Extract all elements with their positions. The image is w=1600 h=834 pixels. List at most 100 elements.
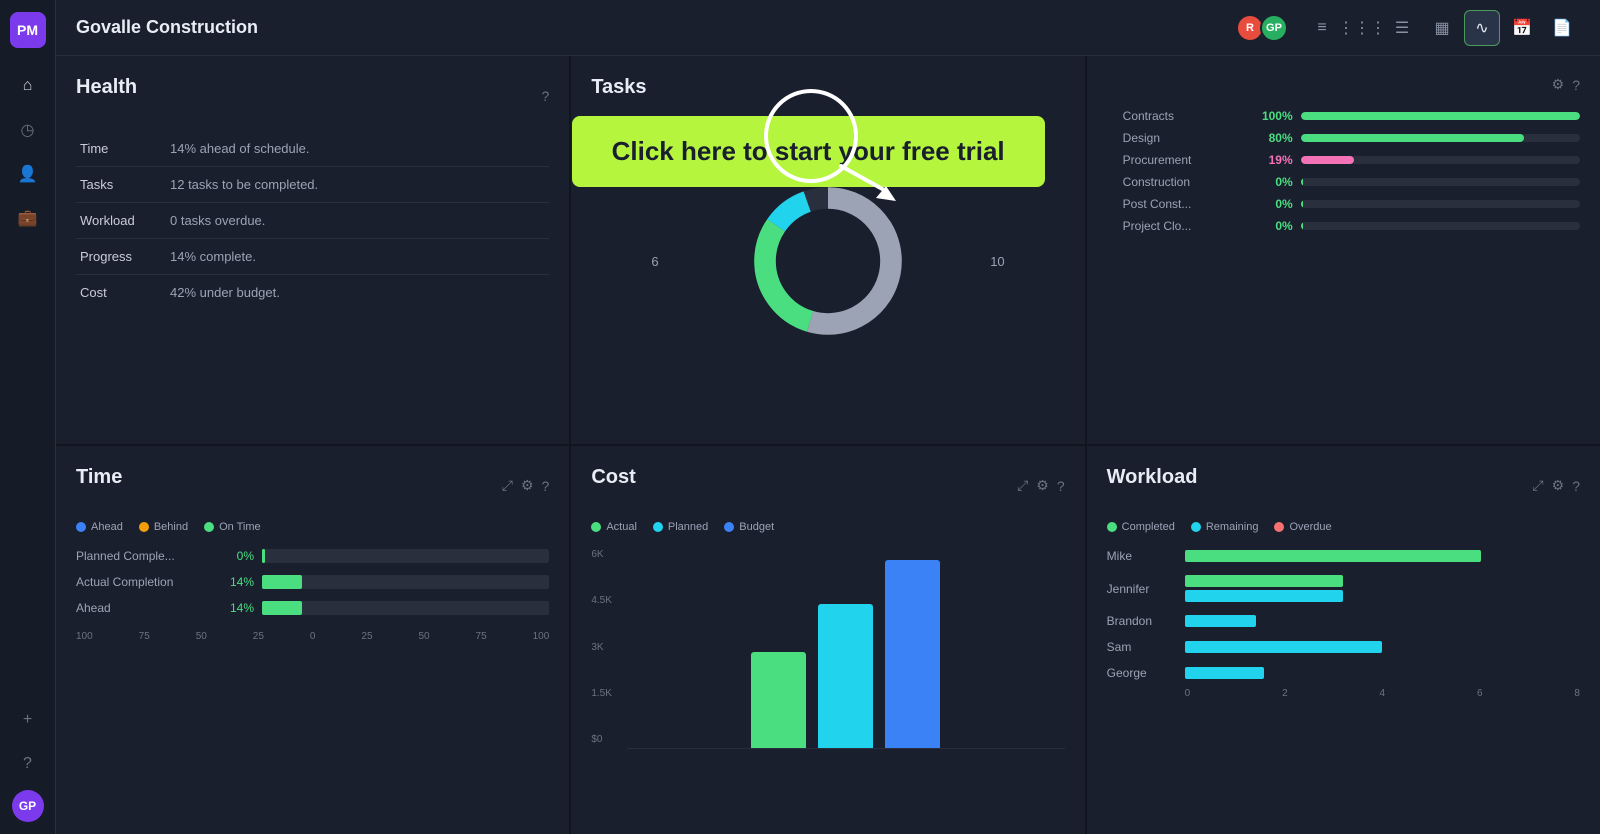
dashboard: Health ? Time 14% ahead of schedule. Tas… xyxy=(56,56,1600,834)
donut-label-right: 10 xyxy=(990,254,1004,269)
legend-actual: Actual xyxy=(591,521,637,533)
legend-on-time: On Time xyxy=(204,521,261,533)
cost-settings-icon[interactable]: ⚙ xyxy=(1036,477,1049,494)
donut-svg xyxy=(738,171,918,351)
cost-panel: Cost ⤢ ⚙ ? Actual Planned Budg xyxy=(571,446,1084,834)
time-panel-header: Time ⤢ ⚙ ? xyxy=(76,466,549,505)
workload-help-icon[interactable]: ? xyxy=(1572,478,1580,494)
tasks-bars-icons: ⚙ ? xyxy=(1552,76,1580,93)
time-row-actual: Actual Completion 14% xyxy=(76,575,549,589)
workload-chart-rows: Mike Jennifer Brandon xyxy=(1107,549,1580,680)
cost-bars xyxy=(627,549,1064,749)
sam-remaining-bar xyxy=(1185,641,1383,653)
page-title: Govalle Construction xyxy=(76,17,1224,38)
list-view-btn[interactable]: ≡ xyxy=(1304,10,1340,46)
view-toolbar: ≡ ⋮⋮⋮ ☰ ▦ ∿ 📅 📄 xyxy=(1304,10,1580,46)
workload-panel-icons: ⤢ ⚙ ? xyxy=(1532,477,1580,494)
board-view-btn[interactable]: ☰ xyxy=(1384,10,1420,46)
legend-completed: Completed xyxy=(1107,521,1175,533)
free-trial-banner[interactable]: Click here to start your free trial xyxy=(572,116,1045,187)
app-logo[interactable]: PM xyxy=(10,12,46,48)
project-avatars: R GP xyxy=(1240,14,1288,42)
legend-budget: Budget xyxy=(724,521,774,533)
george-remaining-bar xyxy=(1185,667,1264,679)
time-help-icon[interactable]: ? xyxy=(542,478,550,494)
cost-chart-area: 6K 4.5K 3K 1.5K $0 xyxy=(591,549,1064,749)
tasks-title: Tasks xyxy=(591,76,646,99)
cost-panel-header: Cost ⤢ ⚙ ? xyxy=(591,466,1064,505)
jennifer-remaining-bar xyxy=(1185,590,1343,602)
health-label-time: Time xyxy=(76,131,166,167)
time-panel-icons: ⤢ ⚙ ? xyxy=(502,477,550,494)
workload-settings-icon[interactable]: ⚙ xyxy=(1552,477,1565,494)
grid-view-btn[interactable]: ▦ xyxy=(1424,10,1460,46)
health-label-tasks: Tasks xyxy=(76,167,166,203)
workload-row-sam: Sam xyxy=(1107,640,1580,654)
mike-completed-bar xyxy=(1185,550,1481,562)
workload-expand-icon[interactable]: ⤢ xyxy=(1532,477,1543,494)
cost-bar-planned xyxy=(818,604,873,748)
workload-row-brandon: Brandon xyxy=(1107,614,1580,628)
jennifer-completed-bar xyxy=(1185,575,1343,587)
cost-bar-actual xyxy=(751,652,806,748)
time-panel: Time ⤢ ⚙ ? Ahead Behind On Tim xyxy=(56,446,569,834)
docs-view-btn[interactable]: 📄 xyxy=(1544,10,1580,46)
health-row-cost: Cost 42% under budget. xyxy=(76,275,549,311)
time-title: Time xyxy=(76,466,122,489)
health-label-progress: Progress xyxy=(76,239,166,275)
health-label-cost: Cost xyxy=(76,275,166,311)
tasks-bars-header: ⚙ ? xyxy=(1107,76,1580,93)
tasks-bar-post-const: Post Const... 0% xyxy=(1123,197,1580,211)
tasks-progress-bars: Contracts 100% Design 80% Procuremen xyxy=(1107,109,1580,233)
health-value-progress: 14% complete. xyxy=(166,239,549,275)
legend-behind: Behind xyxy=(139,521,188,533)
cost-panel-icons: ⤢ ⚙ ? xyxy=(1017,477,1065,494)
tasks-bar-project-close: Project Clo... 0% xyxy=(1123,219,1580,233)
donut-label-left: 6 xyxy=(651,254,658,269)
cost-expand-icon[interactable]: ⤢ xyxy=(1017,477,1028,494)
time-chart-rows: Planned Comple... 0% Actual Completion 1… xyxy=(76,549,549,615)
health-title: Health xyxy=(76,76,137,99)
tasks-bars-settings-icon[interactable]: ⚙ xyxy=(1552,76,1565,93)
workload-panel-header: Workload ⤢ ⚙ ? xyxy=(1107,466,1580,505)
health-row-progress: Progress 14% complete. xyxy=(76,239,549,275)
gantt-view-btn[interactable]: ⋮⋮⋮ xyxy=(1344,10,1380,46)
calendar-view-btn[interactable]: 📅 xyxy=(1504,10,1540,46)
tasks-panel-header: Tasks xyxy=(591,76,1064,115)
workload-row-george: George xyxy=(1107,666,1580,680)
time-row-ahead: Ahead 14% xyxy=(76,601,549,615)
sidebar-item-people[interactable]: 👤 xyxy=(10,156,46,192)
legend-remaining: Remaining xyxy=(1191,521,1259,533)
avatar[interactable]: GP xyxy=(12,790,44,822)
time-settings-icon[interactable]: ⚙ xyxy=(521,477,534,494)
sidebar: PM ⌂ ◷ 👤 💼 + ? GP xyxy=(0,0,56,834)
health-row-time: Time 14% ahead of schedule. xyxy=(76,131,549,167)
workload-row-mike: Mike xyxy=(1107,549,1580,563)
tasks-bars-help-icon[interactable]: ? xyxy=(1572,77,1580,93)
sidebar-item-portfolio[interactable]: 💼 xyxy=(10,200,46,236)
time-x-axis: 100 75 50 25 0 25 50 75 100 xyxy=(76,631,549,642)
health-panel-icons: ? xyxy=(542,88,550,104)
workload-row-jennifer: Jennifer xyxy=(1107,575,1580,602)
sidebar-item-home[interactable]: ⌂ xyxy=(10,68,46,104)
workload-title: Workload xyxy=(1107,466,1198,489)
time-row-planned: Planned Comple... 0% xyxy=(76,549,549,563)
main-area: Govalle Construction R GP ≡ ⋮⋮⋮ ☰ ▦ ∿ 📅 … xyxy=(56,0,1600,834)
cost-y-axis: 6K 4.5K 3K 1.5K $0 xyxy=(591,549,627,749)
cost-help-icon[interactable]: ? xyxy=(1057,478,1065,494)
time-expand-icon[interactable]: ⤢ xyxy=(502,477,513,494)
sidebar-item-help[interactable]: ? xyxy=(10,746,46,782)
tasks-bar-procurement: Procurement 19% xyxy=(1123,153,1580,167)
tasks-bar-design: Design 80% xyxy=(1123,131,1580,145)
time-legend: Ahead Behind On Time xyxy=(76,521,549,533)
sidebar-item-history[interactable]: ◷ xyxy=(10,112,46,148)
legend-overdue: Overdue xyxy=(1274,521,1331,533)
dashboard-view-btn[interactable]: ∿ xyxy=(1464,10,1500,46)
sidebar-item-add[interactable]: + xyxy=(10,702,46,738)
legend-planned: Planned xyxy=(653,521,708,533)
legend-ahead: Ahead xyxy=(76,521,123,533)
avatar-2: GP xyxy=(1260,14,1288,42)
cost-legend: Actual Planned Budget xyxy=(591,521,1064,533)
health-help-icon[interactable]: ? xyxy=(542,88,550,104)
health-row-workload: Workload 0 tasks overdue. xyxy=(76,203,549,239)
